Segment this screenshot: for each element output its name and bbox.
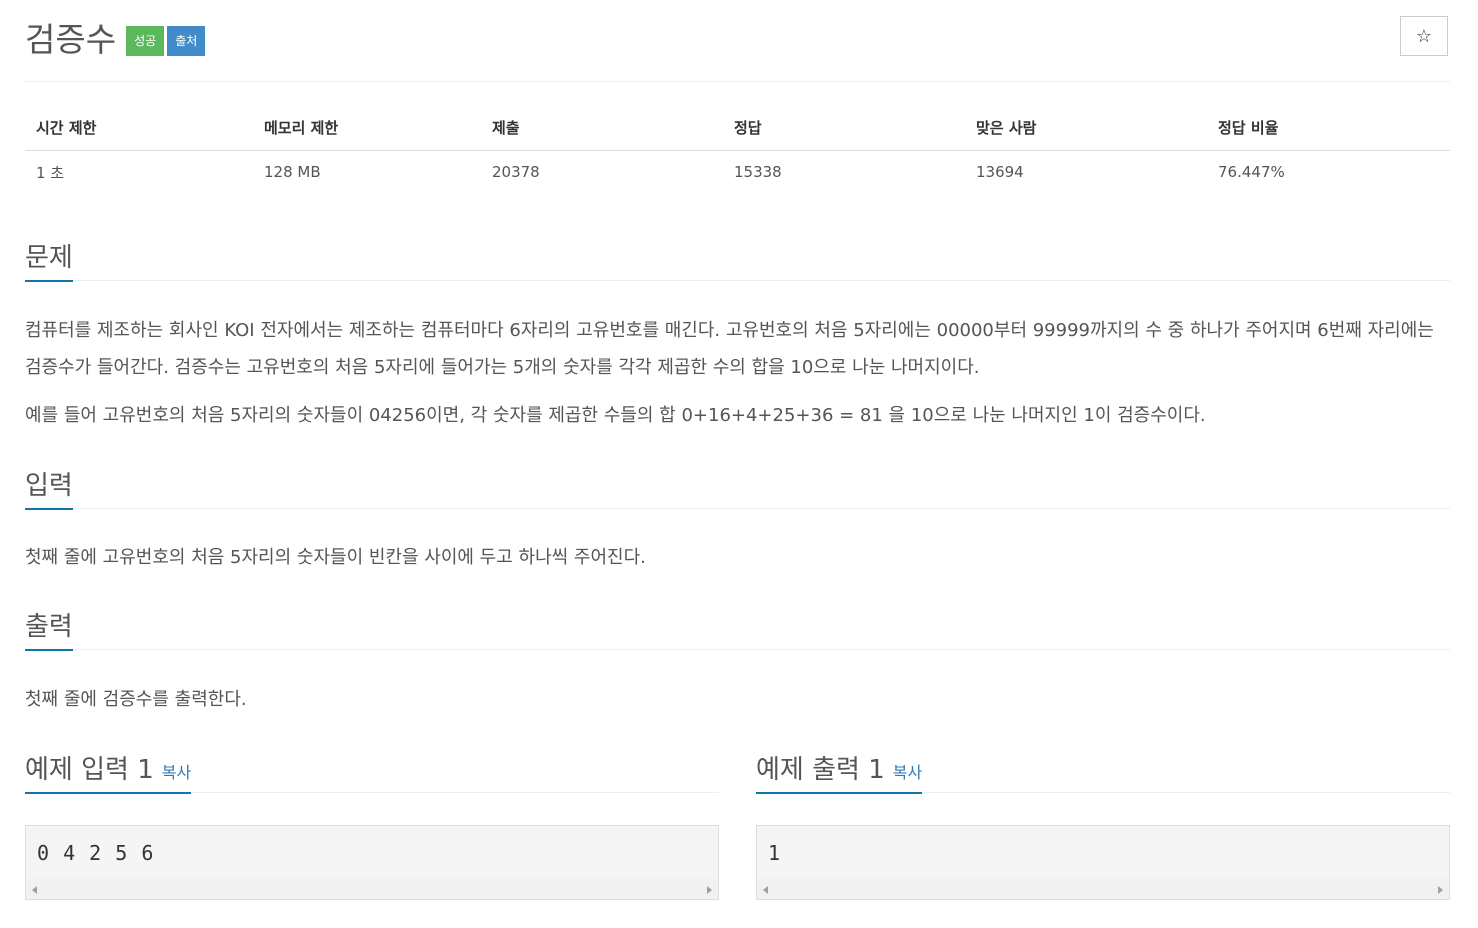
problem-section-header: 문제 <box>25 230 1450 282</box>
output-description: 첫째 줄에 검증수를 출력한다. <box>25 689 247 710</box>
submissions-value[interactable]: 20378 <box>481 151 723 194</box>
header-memory-limit: 메모리 제한 <box>253 104 481 151</box>
header-solved-users: 맞은 사람 <box>965 104 1207 151</box>
sample-output-heading: 예제 출력 1 복사 <box>756 749 923 794</box>
scroll-left-icon[interactable] <box>32 886 37 894</box>
horizontal-scrollbar[interactable] <box>757 879 1449 899</box>
header-ratio: 정답 비율 <box>1207 104 1450 151</box>
input-section-header: 입력 <box>25 458 1450 510</box>
sample-output-header: 예제 출력 1 복사 <box>756 742 1450 794</box>
problem-heading: 문제 <box>25 237 73 282</box>
source-badge[interactable]: 출처 <box>167 26 206 56</box>
sample-input-code: 0 4 2 5 6 <box>37 841 155 865</box>
copy-output-button[interactable]: 복사 <box>893 763 922 782</box>
input-description: 첫째 줄에 고유번호의 처음 5자리의 숫자들이 빈칸을 사이에 두고 하나씩 … <box>25 547 646 568</box>
problem-page: 검증수 성공 출처 ☆ 시간 제한 메모리 제한 제출 정답 맞은 사람 정답 … <box>0 0 1478 928</box>
star-icon: ☆ <box>1415 25 1433 47</box>
sample-input-title: 예제 입력 1 <box>25 755 154 785</box>
header-time-limit: 시간 제한 <box>25 104 253 151</box>
sample-input-box[interactable]: 0 4 2 5 6 <box>25 825 719 900</box>
horizontal-scrollbar[interactable] <box>26 879 718 899</box>
sample-output-box[interactable]: 1 <box>756 825 1450 900</box>
star-button[interactable]: ☆ <box>1400 16 1448 56</box>
problem-description: 컴퓨터를 제조하는 회사인 KOI 전자에서는 제조하는 컴퓨터마다 6자리의 … <box>25 320 1434 378</box>
header-submissions: 제출 <box>481 104 723 151</box>
output-heading: 출력 <box>25 606 73 651</box>
solved-users-value[interactable]: 13694 <box>965 151 1207 194</box>
memory-limit-value: 128 MB <box>264 163 321 181</box>
input-heading: 입력 <box>25 465 73 510</box>
sample-output-code: 1 <box>768 841 782 865</box>
sample-input-header: 예제 입력 1 복사 <box>25 742 719 794</box>
ratio-value: 76.447% <box>1218 163 1285 181</box>
sample-output-title: 예제 출력 1 <box>756 755 885 785</box>
output-section-header: 출력 <box>25 599 1450 651</box>
table-row: 1 초 128 MB 20378 15338 13694 76.447% <box>25 151 1450 194</box>
title-row: 검증수 성공 출처 <box>25 14 208 60</box>
problem-info-table: 시간 제한 메모리 제한 제출 정답 맞은 사람 정답 비율 1 초 128 M… <box>25 104 1450 193</box>
scroll-right-icon[interactable] <box>707 886 712 894</box>
problem-title: 검증수 <box>25 20 117 59</box>
accepted-value: 15338 <box>734 163 782 181</box>
header-accepted: 정답 <box>723 104 965 151</box>
time-limit-value: 1 초 <box>36 163 65 182</box>
success-badge[interactable]: 성공 <box>126 26 165 56</box>
title-divider <box>25 81 1450 82</box>
problem-example-text: 예를 들어 고유번호의 처음 5자리의 숫자들이 04256이면, 각 숫자를 … <box>25 405 1206 426</box>
copy-input-button[interactable]: 복사 <box>162 763 191 782</box>
sample-input-heading: 예제 입력 1 복사 <box>25 749 192 794</box>
scroll-left-icon[interactable] <box>763 886 768 894</box>
scroll-right-icon[interactable] <box>1438 886 1443 894</box>
